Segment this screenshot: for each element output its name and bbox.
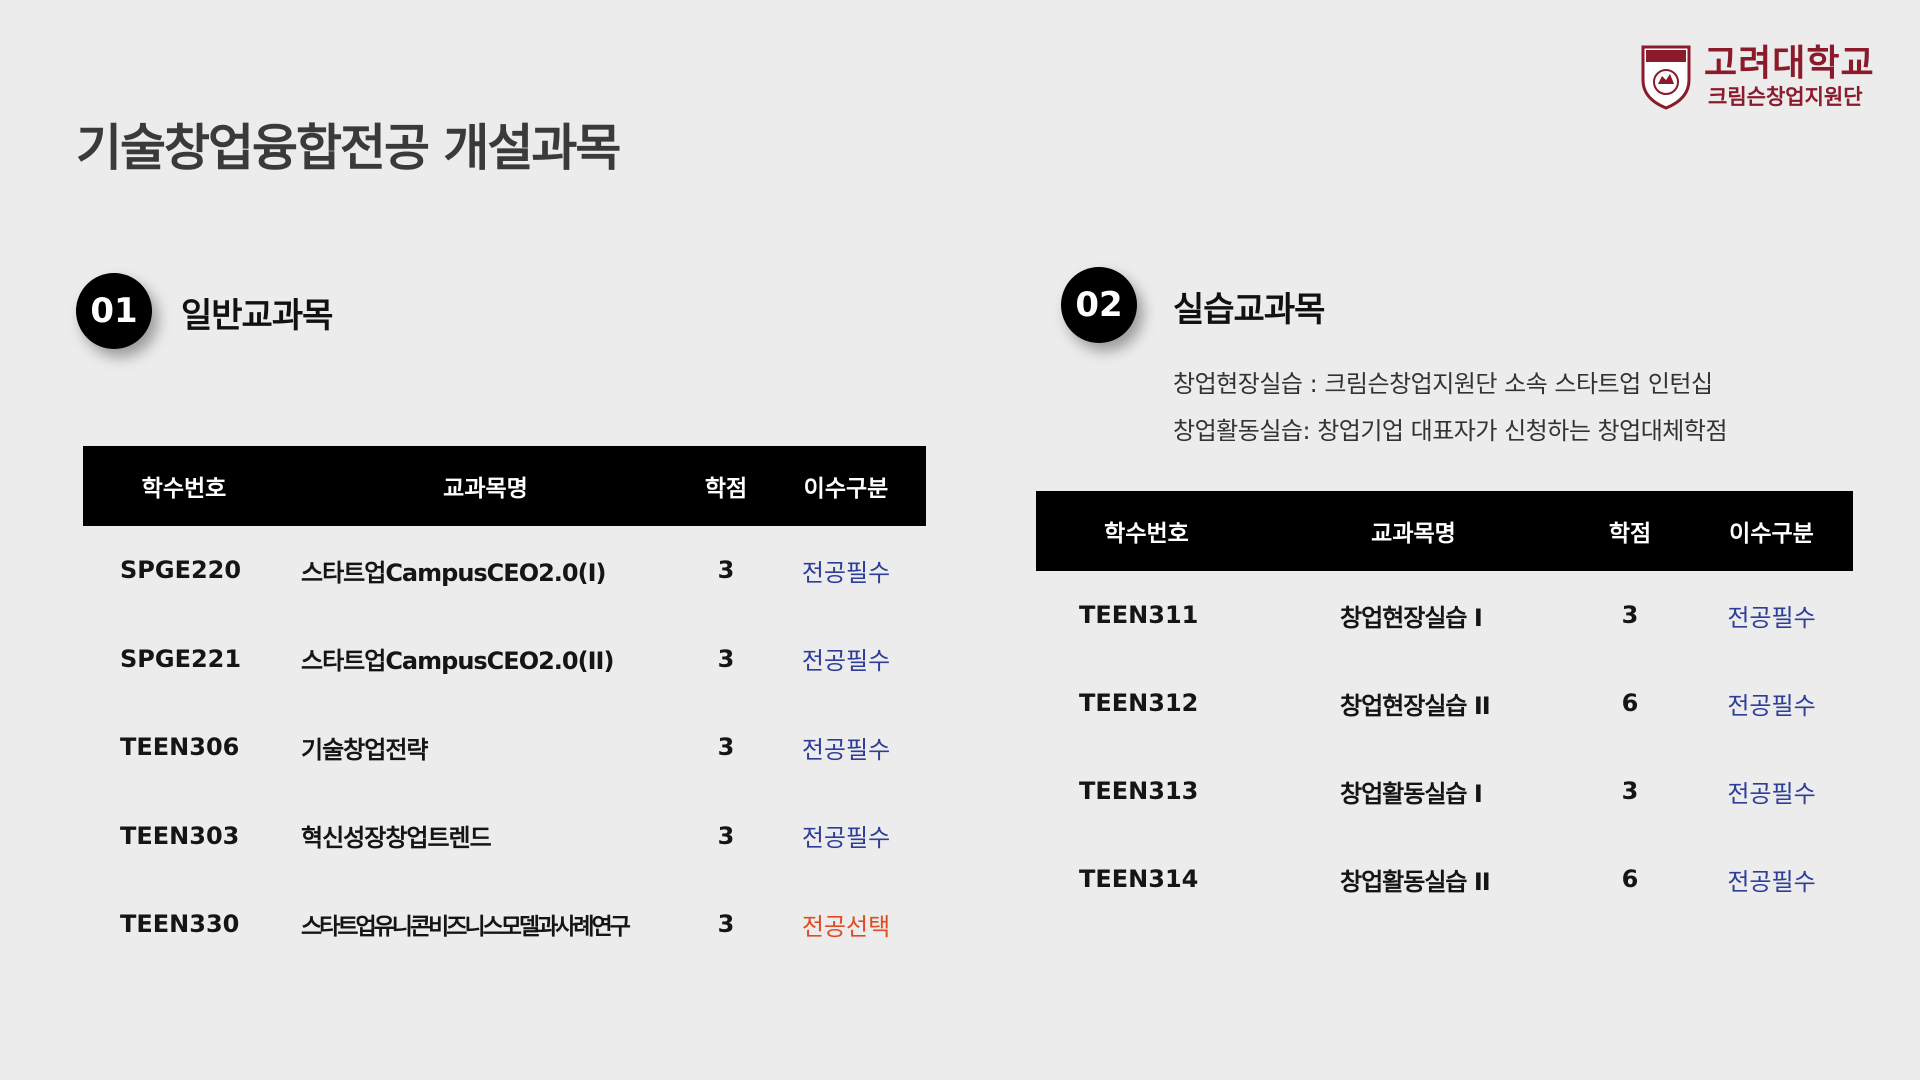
slide: 기술창업융합전공 개설과목 고려대학교 크림슨창업지원단 01 일반교과목 학수… bbox=[0, 0, 1920, 1080]
course-name: 기술창업전략 bbox=[301, 735, 428, 764]
course-type: 전공필수 bbox=[801, 647, 891, 676]
header-credit: 학점 bbox=[1608, 521, 1652, 547]
course-type: 전공선택 bbox=[801, 912, 891, 941]
table-row: TEEN311 창업현장실습 I 3 전공필수 bbox=[1036, 571, 1853, 659]
course-credit: 3 bbox=[1621, 777, 1639, 805]
course-code: SPGE220 bbox=[120, 556, 242, 585]
university-seal-icon bbox=[1641, 45, 1691, 110]
course-type: 전공필수 bbox=[801, 735, 891, 764]
course-type: 전공필수 bbox=[801, 824, 891, 853]
table-row: TEEN303 혁신성장창업트렌드 3 전공필수 bbox=[83, 792, 926, 881]
logo-text: 고려대학교 크림슨창업지원단 bbox=[1704, 44, 1875, 110]
course-code: SPGE221 bbox=[120, 644, 242, 673]
logo-name: 고려대학교 bbox=[1704, 43, 1875, 84]
course-credit: 6 bbox=[1621, 865, 1639, 893]
course-credit: 6 bbox=[1621, 689, 1639, 717]
table-header-row: 학수번호 교과목명 학점 이수구분 bbox=[1036, 491, 1853, 571]
practice-note: 창업현장실습 : 크림슨창업지원단 소속 스타트업 인턴십 bbox=[1173, 370, 1713, 398]
course-code: TEEN312 bbox=[1079, 689, 1199, 717]
university-logo: 고려대학교 크림슨창업지원단 bbox=[1640, 44, 1875, 110]
general-course-table: 학수번호 교과목명 학점 이수구분 SPGE220 스타트업CampusCEO2… bbox=[83, 446, 926, 969]
course-code: TEEN303 bbox=[120, 821, 240, 850]
course-credit: 3 bbox=[717, 644, 735, 673]
table-row: TEEN306 기술창업전략 3 전공필수 bbox=[83, 703, 926, 792]
logo-subtitle: 크림슨창업지원단 bbox=[1708, 85, 1863, 109]
header-code: 학수번호 bbox=[141, 476, 227, 502]
table-row: SPGE220 스타트업CampusCEO2.0(I) 3 전공필수 bbox=[83, 526, 926, 615]
section-number-badge: 01 bbox=[76, 273, 152, 349]
course-code: TEEN306 bbox=[120, 733, 240, 762]
course-name: 창업현장실습 II bbox=[1340, 691, 1491, 720]
course-type: 전공필수 bbox=[1727, 779, 1816, 808]
course-type: 전공필수 bbox=[1727, 691, 1816, 720]
course-name: 스타트업유니콘비즈니스모델과사례연구 bbox=[301, 914, 631, 941]
course-name: 창업활동실습 I bbox=[1340, 779, 1483, 808]
course-name: 혁신성장창업트렌드 bbox=[301, 824, 492, 853]
course-code: TEEN313 bbox=[1079, 777, 1199, 805]
header-credit: 학점 bbox=[704, 476, 748, 502]
course-credit: 3 bbox=[1621, 601, 1639, 629]
section-title-general: 일반교과목 bbox=[181, 296, 333, 336]
header-code: 학수번호 bbox=[1104, 521, 1189, 547]
table-row: TEEN314 창업활동실습 II 6 전공필수 bbox=[1036, 835, 1853, 923]
table-row: TEEN313 창업활동실습 I 3 전공필수 bbox=[1036, 747, 1853, 835]
course-name: 창업현장실습 I bbox=[1340, 603, 1483, 632]
course-credit: 3 bbox=[717, 733, 735, 762]
course-name: 스타트업CampusCEO2.0(I) bbox=[301, 558, 606, 587]
header-type: 이수구분 bbox=[1729, 521, 1814, 547]
section-number-badge: 02 bbox=[1061, 267, 1137, 343]
course-name: 스타트업CampusCEO2.0(II) bbox=[301, 647, 614, 676]
table-row: SPGE221 스타트업CampusCEO2.0(II) 3 전공필수 bbox=[83, 615, 926, 704]
table-header-row: 학수번호 교과목명 학점 이수구분 bbox=[83, 446, 926, 526]
course-code: TEEN330 bbox=[120, 910, 240, 939]
practice-note: 창업활동실습: 창업기업 대표자가 신청하는 창업대체학점 bbox=[1173, 417, 1728, 445]
section-title-practice: 실습교과목 bbox=[1173, 290, 1325, 330]
course-credit: 3 bbox=[717, 910, 735, 939]
table-row: TEEN312 창업현장실습 II 6 전공필수 bbox=[1036, 659, 1853, 747]
course-credit: 3 bbox=[717, 556, 735, 585]
practice-course-table: 학수번호 교과목명 학점 이수구분 TEEN311 창업현장실습 I 3 전공필… bbox=[1036, 491, 1853, 923]
table-row: TEEN330 스타트업유니콘비즈니스모델과사례연구 3 전공선택 bbox=[83, 880, 926, 969]
course-type: 전공필수 bbox=[1727, 867, 1816, 896]
course-type: 전공필수 bbox=[1727, 603, 1816, 632]
course-code: TEEN311 bbox=[1079, 601, 1199, 629]
header-name: 교과목명 bbox=[443, 476, 528, 502]
course-credit: 3 bbox=[717, 821, 735, 850]
page-title: 기술창업융합전공 개설과목 bbox=[76, 119, 621, 177]
header-type: 이수구분 bbox=[803, 476, 889, 502]
course-type: 전공필수 bbox=[801, 558, 891, 587]
header-name: 교과목명 bbox=[1371, 521, 1456, 547]
course-name: 창업활동실습 II bbox=[1340, 867, 1491, 896]
course-code: TEEN314 bbox=[1079, 865, 1199, 893]
